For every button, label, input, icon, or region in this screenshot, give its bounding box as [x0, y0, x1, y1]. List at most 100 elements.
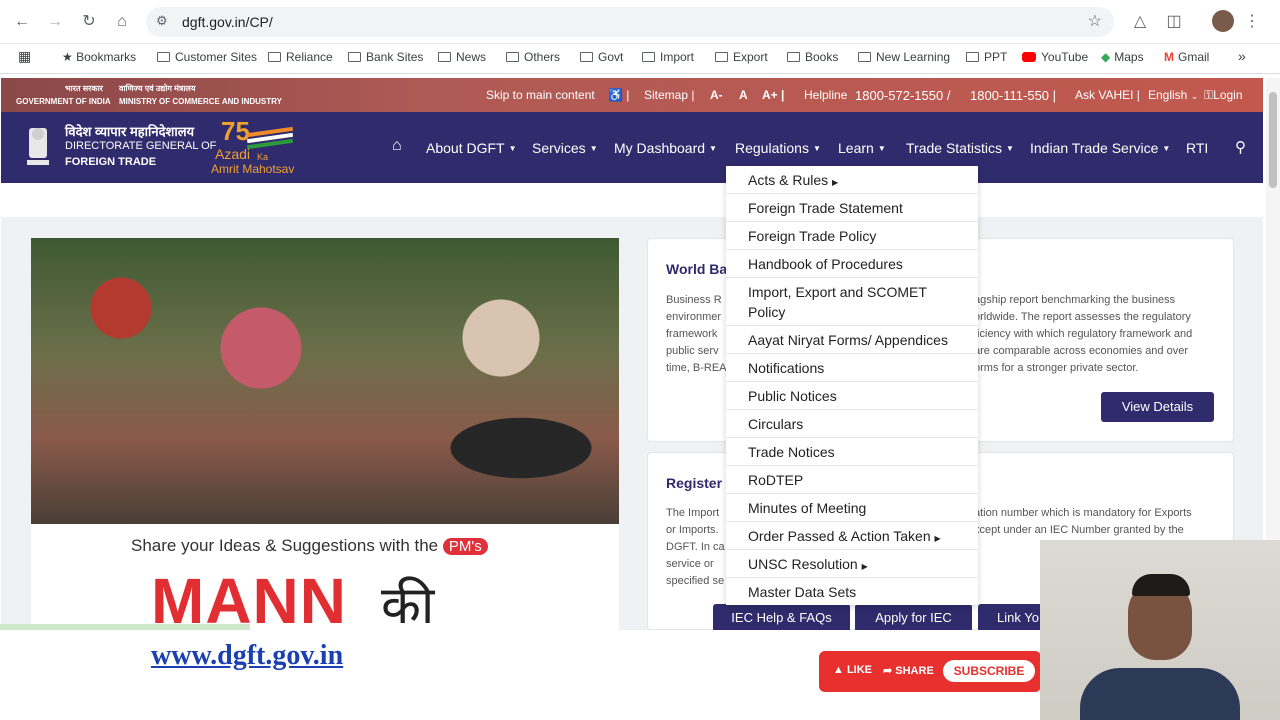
chevron-down-icon: ⌄: [1190, 91, 1199, 101]
content-top-strip: [1, 183, 1263, 217]
menu-icon[interactable]: ⋮: [1240, 10, 1264, 34]
emblem-logo[interactable]: [19, 120, 57, 172]
bookmark-import[interactable]: Import: [642, 50, 694, 64]
bookmark-govt[interactable]: Govt: [580, 50, 623, 64]
menu-foreign-trade-policy[interactable]: Foreign Trade Policy: [726, 222, 978, 250]
more-bookmarks-icon[interactable]: »: [1238, 48, 1246, 64]
bookmark-reliance[interactable]: Reliance: [268, 50, 333, 64]
sitemap-link[interactable]: Sitemap |: [644, 88, 694, 102]
scrollbar-thumb[interactable]: [1269, 92, 1277, 188]
bookmark-youtube[interactable]: YouTube: [1022, 50, 1088, 64]
presenter-shirt: [1080, 668, 1240, 720]
accessibility-icon[interactable]: ♿ |: [608, 88, 629, 102]
skip-link[interactable]: Skip to main content: [486, 88, 595, 102]
font-increase-button[interactable]: A+ |: [762, 88, 784, 102]
login-link[interactable]: ⚿Login: [1204, 88, 1243, 103]
forward-icon[interactable]: →: [43, 10, 67, 34]
bookmark-new-learning[interactable]: New Learning: [858, 50, 950, 64]
nav-rti[interactable]: RTI: [1186, 140, 1208, 156]
font-normal-button[interactable]: A: [739, 88, 748, 102]
apply-iec-button[interactable]: Apply for IEC: [855, 604, 972, 632]
brand-line-2: FOREIGN TRADE: [65, 156, 157, 168]
menu-rodtep[interactable]: RoDTEP: [726, 466, 978, 494]
nav-my-dashboard[interactable]: My Dashboard ▼: [614, 140, 717, 156]
star-icon[interactable]: ☆: [1088, 11, 1102, 31]
share-button[interactable]: ➦ SHARE: [883, 664, 934, 677]
thumbs-up-icon: ▲: [833, 664, 844, 676]
hero-caption: Share your Ideas & Suggestions with the …: [131, 536, 488, 556]
bookmark-bank-sites[interactable]: Bank Sites: [348, 50, 423, 64]
bookmark-ppt[interactable]: PPT: [966, 50, 1007, 64]
home-icon[interactable]: ⌂: [110, 10, 134, 34]
maps-icon: ◆: [1101, 50, 1111, 64]
extensions-icon[interactable]: ◫: [1162, 10, 1186, 34]
mann-ki-baat-banner[interactable]: Share your Ideas & Suggestions with the …: [31, 238, 619, 630]
back-icon[interactable]: ←: [10, 10, 34, 34]
apps-icon[interactable]: ▦: [18, 48, 31, 65]
home-icon[interactable]: ⌂: [392, 137, 402, 155]
helpline-label: Helpline: [804, 88, 848, 102]
caret-down-icon: ▼: [812, 144, 821, 153]
card-title: Register f: [666, 475, 731, 491]
card-body-right: agship report benchmarking the business …: [974, 294, 1193, 374]
submenu-arrow-icon: ▶: [861, 562, 868, 571]
menu-aayat-niryat-forms[interactable]: Aayat Niryat Forms/ Appendices: [726, 326, 978, 354]
menu-master-data-sets[interactable]: Master Data Sets: [726, 578, 978, 605]
helpline-number-2[interactable]: 1800-111-550 |: [970, 88, 1056, 103]
menu-trade-notices[interactable]: Trade Notices: [726, 438, 978, 466]
bookmark-bookmarks[interactable]: ★ Bookmarks: [62, 50, 136, 64]
language-select[interactable]: English ⌄: [1148, 88, 1198, 102]
nav-trade-statistics[interactable]: Trade Statistics ▼: [906, 140, 1014, 156]
ask-vahei-link[interactable]: Ask VAHEI |: [1075, 88, 1140, 102]
nav-regulations[interactable]: Regulations ▼: [735, 140, 821, 156]
nav-about-dgft[interactable]: About DGFT ▼: [426, 140, 517, 156]
browser-toolbar: ← → ↻ ⌂ ⚙ dgft.gov.in/CP/ ☆ △ ◫ ⋮: [0, 0, 1280, 44]
gov-name: GOVERNMENT OF INDIA: [16, 97, 111, 106]
folder-icon: [715, 52, 728, 62]
address-bar[interactable]: ⚙ dgft.gov.in/CP/ ☆: [146, 7, 1114, 37]
bookmark-customer-sites[interactable]: Customer Sites: [157, 50, 257, 64]
lock-icon: ⚿: [1204, 88, 1214, 102]
presenter-webcam: [1040, 540, 1280, 720]
labs-icon[interactable]: △: [1128, 10, 1152, 34]
site-settings-icon[interactable]: ⚙: [156, 13, 168, 29]
font-decrease-button[interactable]: A-: [710, 88, 723, 102]
gmail-icon: M: [1164, 50, 1174, 64]
ki-text: की: [381, 576, 435, 630]
gov-hindi: भारत सरकार: [65, 84, 103, 93]
bookmark-others[interactable]: Others: [506, 50, 560, 64]
view-details-button[interactable]: View Details: [1101, 392, 1214, 422]
nav-learn[interactable]: Learn ▼: [838, 140, 886, 156]
site-navbar: विदेश व्यापार महानिदेशालय DIRECTORATE GE…: [1, 112, 1263, 183]
bookmark-maps[interactable]: ◆ Maps: [1101, 50, 1144, 64]
submenu-arrow-icon: ▶: [934, 534, 941, 543]
bookmark-export[interactable]: Export: [715, 50, 768, 64]
bookmark-gmail[interactable]: M Gmail: [1164, 50, 1209, 64]
folder-icon: [348, 52, 361, 62]
search-icon[interactable]: ⚲: [1235, 138, 1246, 156]
menu-unsc-resolution[interactable]: UNSC Resolution ▶: [726, 550, 978, 578]
menu-notifications[interactable]: Notifications: [726, 354, 978, 382]
menu-public-notices[interactable]: Public Notices: [726, 382, 978, 410]
share-icon: ➦: [883, 665, 893, 677]
subscribe-button[interactable]: SUBSCRIBE: [943, 660, 1035, 682]
profile-avatar[interactable]: [1212, 10, 1234, 32]
menu-foreign-trade-statement[interactable]: Foreign Trade Statement: [726, 194, 978, 222]
nav-services[interactable]: Services ▼: [532, 140, 598, 156]
caret-down-icon: ▼: [1005, 144, 1014, 153]
iec-help-button[interactable]: IEC Help & FAQs: [713, 604, 850, 632]
bookmark-books[interactable]: Books: [787, 50, 838, 64]
nav-indian-trade-service[interactable]: Indian Trade Service ▼: [1030, 140, 1170, 156]
folder-icon: [787, 52, 800, 62]
menu-order-passed[interactable]: Order Passed & Action Taken ▶: [726, 522, 978, 550]
bookmark-news[interactable]: News: [438, 50, 486, 64]
helpline-number-1[interactable]: 1800-572-1550 /: [855, 88, 950, 103]
menu-import-export-scomet[interactable]: Import, Export and SCOMET Policy: [726, 278, 978, 326]
menu-circulars[interactable]: Circulars: [726, 410, 978, 438]
reload-icon[interactable]: ↻: [77, 10, 101, 34]
like-button[interactable]: ▲ LIKE: [833, 664, 872, 676]
menu-minutes-of-meeting[interactable]: Minutes of Meeting: [726, 494, 978, 522]
menu-acts-rules[interactable]: Acts & Rules ▶: [726, 166, 978, 194]
folder-icon: [966, 52, 979, 62]
menu-handbook-of-procedures[interactable]: Handbook of Procedures: [726, 250, 978, 278]
